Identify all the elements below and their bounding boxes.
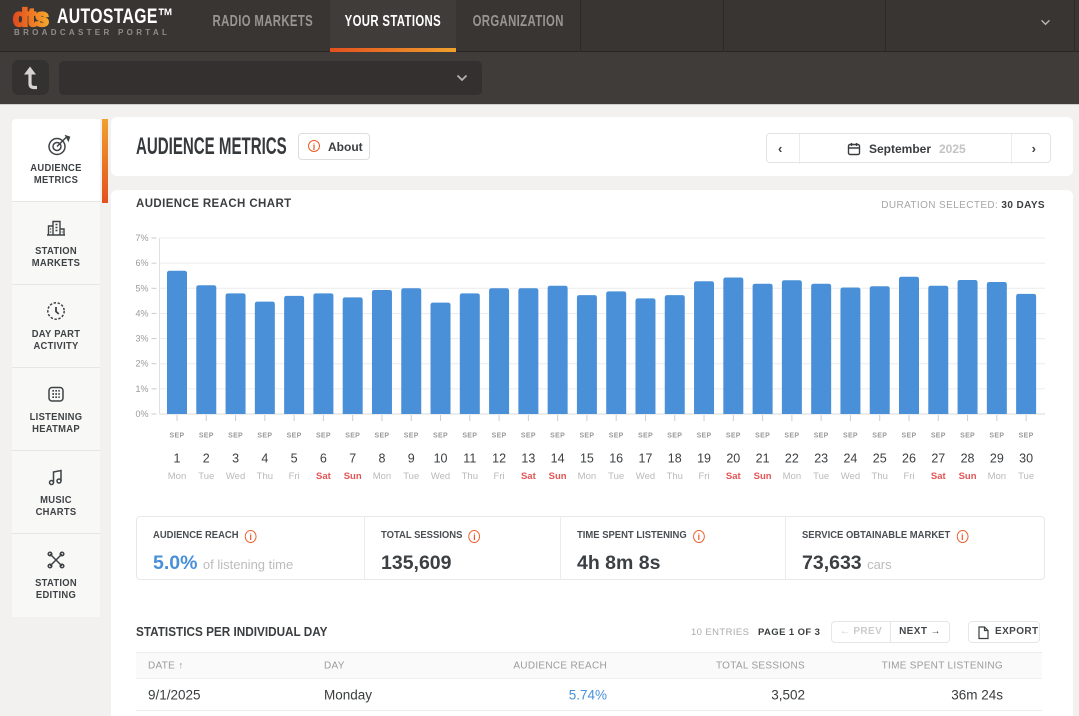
svg-text:Tue: Tue (403, 471, 419, 482)
svg-text:SEP: SEP (345, 433, 360, 440)
svg-text:SEP: SEP (609, 433, 624, 440)
svg-text:SEP: SEP (199, 433, 214, 440)
svg-text:SEP: SEP (931, 433, 946, 440)
svg-text:Tue: Tue (198, 471, 214, 482)
svg-text:1%: 1% (135, 384, 148, 394)
svg-text:28: 28 (961, 452, 975, 466)
svg-text:Tue: Tue (1018, 471, 1034, 482)
svg-text:SEP: SEP (814, 433, 829, 440)
svg-text:30: 30 (1019, 452, 1033, 466)
svg-text:SEP: SEP (462, 433, 477, 440)
svg-text:SEP: SEP (667, 433, 682, 440)
svg-text:Fri: Fri (903, 471, 914, 482)
svg-text:Sun: Sun (754, 471, 772, 482)
svg-text:Mon: Mon (988, 471, 1006, 482)
svg-text:19: 19 (697, 452, 711, 466)
svg-text:SEP: SEP (784, 433, 799, 440)
svg-text:24: 24 (843, 452, 857, 466)
svg-text:SEP: SEP (726, 433, 741, 440)
svg-text:SEP: SEP (492, 433, 507, 440)
svg-text:SEP: SEP (843, 433, 858, 440)
svg-text:SEP: SEP (872, 433, 887, 440)
svg-text:11: 11 (463, 452, 476, 466)
svg-text:SEP: SEP (989, 433, 1004, 440)
svg-text:21: 21 (756, 452, 770, 466)
svg-text:Sat: Sat (316, 471, 332, 482)
svg-text:26: 26 (902, 452, 916, 466)
svg-text:SEP: SEP (550, 433, 565, 440)
svg-text:SEP: SEP (697, 433, 712, 440)
svg-text:13: 13 (521, 452, 535, 466)
svg-text:22: 22 (785, 452, 799, 466)
svg-text:SEP: SEP (902, 433, 917, 440)
svg-text:SEP: SEP (287, 433, 302, 440)
svg-text:14: 14 (551, 452, 565, 466)
svg-text:8: 8 (378, 452, 385, 466)
svg-text:Tue: Tue (813, 471, 829, 482)
svg-text:Sat: Sat (931, 471, 947, 482)
svg-text:Fri: Fri (699, 471, 710, 482)
svg-text:SEP: SEP (404, 433, 419, 440)
svg-text:27: 27 (931, 452, 945, 466)
svg-text:Mon: Mon (373, 471, 391, 482)
svg-text:9: 9 (408, 452, 415, 466)
svg-text:0%: 0% (135, 409, 148, 419)
svg-text:6: 6 (320, 452, 327, 466)
svg-text:12: 12 (492, 452, 506, 466)
svg-text:SEP: SEP (960, 433, 975, 440)
svg-text:1: 1 (174, 452, 181, 466)
svg-text:25: 25 (873, 452, 887, 466)
svg-text:SEP: SEP (755, 433, 770, 440)
svg-text:17: 17 (639, 452, 653, 466)
svg-text:7%: 7% (135, 233, 148, 243)
svg-text:Thu: Thu (257, 471, 273, 482)
svg-text:SEP: SEP (579, 433, 594, 440)
svg-text:Wed: Wed (636, 471, 655, 482)
svg-text:Thu: Thu (462, 471, 478, 482)
svg-text:Thu: Thu (667, 471, 683, 482)
svg-text:5%: 5% (135, 283, 148, 293)
svg-text:6%: 6% (135, 258, 148, 268)
svg-text:SEP: SEP (433, 433, 448, 440)
svg-text:Tue: Tue (608, 471, 624, 482)
svg-text:3: 3 (232, 452, 239, 466)
svg-text:15: 15 (580, 452, 594, 466)
svg-text:16: 16 (609, 452, 623, 466)
svg-text:SEP: SEP (316, 433, 331, 440)
svg-text:SEP: SEP (228, 433, 243, 440)
svg-text:SEP: SEP (170, 433, 185, 440)
svg-text:Mon: Mon (168, 471, 186, 482)
svg-text:10: 10 (434, 452, 448, 466)
svg-text:SEP: SEP (1019, 433, 1034, 440)
svg-text:Sun: Sun (344, 471, 362, 482)
svg-text:2%: 2% (135, 359, 148, 369)
svg-text:Sat: Sat (726, 471, 742, 482)
svg-text:23: 23 (814, 452, 828, 466)
svg-text:Wed: Wed (431, 471, 450, 482)
svg-text:18: 18 (668, 452, 682, 466)
svg-text:29: 29 (990, 452, 1004, 466)
svg-text:3%: 3% (135, 334, 148, 344)
svg-text:Thu: Thu (872, 471, 888, 482)
svg-text:2: 2 (203, 452, 210, 466)
svg-text:SEP: SEP (257, 433, 272, 440)
svg-text:4%: 4% (135, 308, 148, 318)
svg-text:Mon: Mon (783, 471, 801, 482)
svg-text:SEP: SEP (521, 433, 536, 440)
svg-text:SEP: SEP (638, 433, 653, 440)
svg-text:Sun: Sun (549, 471, 567, 482)
svg-text:Wed: Wed (226, 471, 245, 482)
svg-text:Sat: Sat (521, 471, 537, 482)
svg-text:7: 7 (349, 452, 356, 466)
svg-text:Mon: Mon (578, 471, 596, 482)
svg-text:5: 5 (291, 452, 298, 466)
svg-text:4: 4 (261, 452, 268, 466)
svg-text:Wed: Wed (841, 471, 860, 482)
svg-text:Sun: Sun (959, 471, 977, 482)
svg-text:SEP: SEP (374, 433, 389, 440)
svg-text:Fri: Fri (289, 471, 300, 482)
svg-text:20: 20 (726, 452, 740, 466)
svg-text:Fri: Fri (494, 471, 505, 482)
